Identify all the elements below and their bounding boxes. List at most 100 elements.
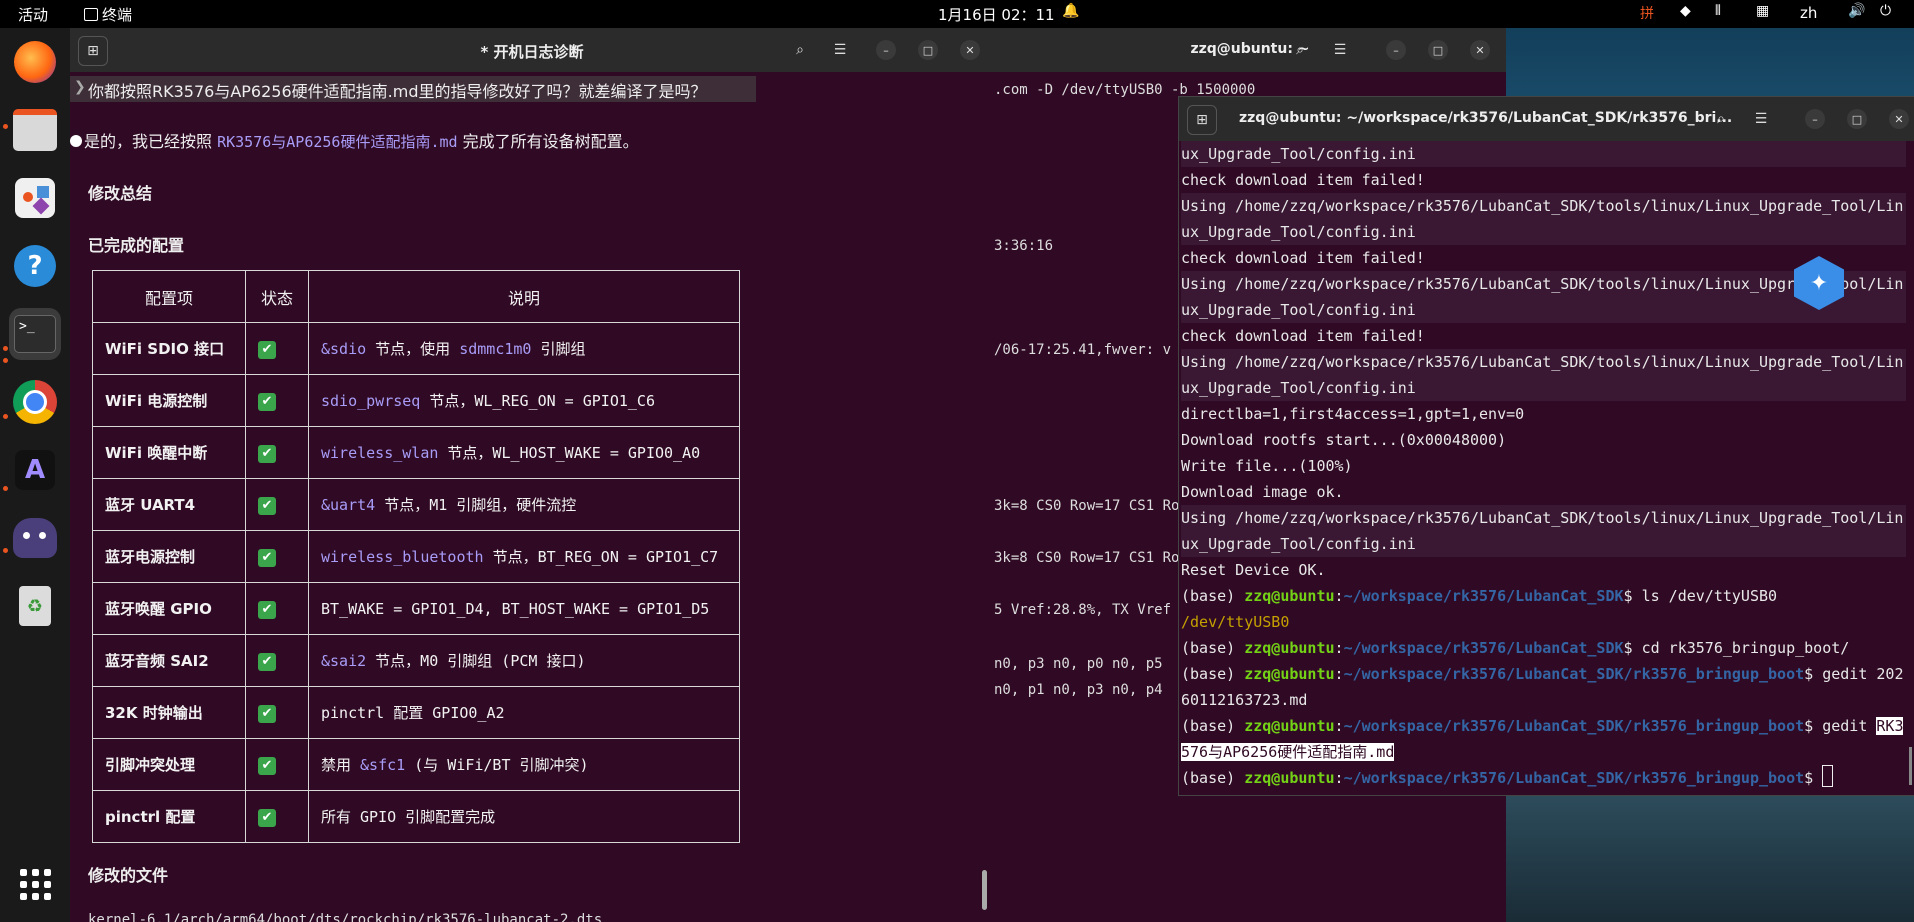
check-icon: ✔ [258, 704, 276, 723]
firefox-icon[interactable] [9, 36, 61, 88]
terminal-line: Download rootfs start...(0x00048000) [1181, 427, 1906, 453]
scrollbar[interactable] [982, 870, 987, 910]
selected-text[interactable]: 576与AP6256硬件适配指南.md [1181, 743, 1395, 761]
files-icon[interactable] [9, 104, 61, 156]
code-highlight: &uart4 [321, 496, 376, 514]
titlebar[interactable]: ⊞ zzq@ubuntu: ~/workspace/rk3576/LubanCa… [1179, 97, 1914, 141]
app-name: 终端 [102, 6, 133, 24]
prompt-env: (base) [1181, 639, 1245, 657]
network-indicator-icon[interactable]: ⫴ [1715, 3, 1721, 19]
app-center-icon[interactable] [9, 172, 61, 224]
menu-icon[interactable]: ☰ [826, 36, 854, 64]
desc-text: 所有 GPIO 引脚配置完成 [321, 808, 496, 826]
app-indicator-icon[interactable]: ◆ [1680, 3, 1691, 19]
input-indicator-icon[interactable]: 拼 [1640, 3, 1654, 23]
chrome-icon[interactable] [9, 376, 61, 428]
table-row: 蓝牙电源控制 ✔ wireless_bluetooth 节点，BT_REG_ON =… [92, 530, 740, 583]
line-text: Reset Device OK. [1181, 561, 1326, 579]
titlebar[interactable]: ⊞ * 开机日志诊断 ⌕ ☰ – □ ✕ [70, 28, 994, 72]
window-title: zzq@ubuntu: ~/workspace/rk3576/LubanCat_… [1239, 110, 1733, 126]
config-item-name: 32K 时钟输出 [92, 686, 246, 739]
file-link[interactable]: RK3576与AP6256硬件适配指南.md [217, 133, 457, 151]
line-text: 60112163723.md [1181, 691, 1308, 709]
status-cell: ✔ [245, 322, 309, 375]
chevron-right-icon: ❯ [74, 79, 86, 95]
minimize-icon[interactable]: – [1805, 109, 1825, 129]
reply-text: 是的，我已经按照 [84, 132, 218, 151]
terminal-app-menu[interactable]: 终端 [84, 4, 132, 25]
config-item-name: 引脚冲突处理 [92, 738, 246, 791]
search-icon[interactable]: ⌕ [786, 36, 814, 64]
terminal-line: 3:36:16 [994, 238, 1054, 254]
maximize-icon[interactable]: □ [1847, 109, 1867, 129]
config-desc: pinctrl 配置 GPIO0_A2 [308, 686, 740, 739]
selected-text[interactable]: RK3 [1876, 717, 1904, 735]
activities-button[interactable]: 活动 [18, 4, 48, 25]
status-cell: ✔ [245, 426, 309, 479]
terminal-dock-icon[interactable]: >_ [9, 308, 61, 360]
config-item-name: 蓝牙唤醒 GPIO [92, 582, 246, 635]
new-tab-icon[interactable]: ⊞ [1187, 105, 1217, 135]
reply-text: 完成了所有设备树配置。 [457, 132, 639, 151]
terminal-line: 60112163723.md [1181, 687, 1906, 713]
maximize-icon[interactable]: □ [1428, 40, 1448, 60]
terminal-line: Write file...(100%) [1181, 453, 1906, 479]
terminal-line: (base) zzq@ubuntu:~/workspace/rk3576/Lub… [1181, 639, 1850, 657]
search-icon[interactable]: ⌕ [1286, 36, 1314, 64]
prompt-user: zzq@ubuntu [1244, 717, 1335, 735]
top-bar: 活动 终端 1月16日 02：11 🔔 拼 ◆ ⫴ ▦ zh 🔊 ⏻ [0, 0, 1914, 28]
terminal-line: (base) zzq@ubuntu:~/workspace/rk3576/Lub… [1181, 665, 1904, 683]
terminal-line: Reset Device OK. [1181, 557, 1906, 583]
help-icon[interactable]: ? [9, 240, 61, 292]
check-icon: ✔ [258, 496, 276, 515]
close-icon[interactable]: ✕ [1889, 109, 1909, 129]
code-highlight: sdio_pwrseq [321, 392, 421, 410]
config-item-name: 蓝牙 UART4 [92, 478, 246, 531]
show-apps-icon[interactable] [9, 858, 61, 910]
menu-icon[interactable]: ☰ [1747, 105, 1775, 133]
maximize-icon[interactable]: □ [918, 40, 938, 60]
terminal-line: n0, p1 n0, p3 n0, p4 [994, 682, 1163, 698]
chat-window[interactable]: ⊞ * 开机日志诊断 ⌕ ☰ – □ ✕ ❯ 你都按照RK3576与AP6256… [70, 28, 994, 922]
trash-icon[interactable]: ♻ [9, 580, 61, 632]
line-text: ux_Upgrade_Tool/config.ini [1181, 301, 1416, 319]
desc-text: 节点，WL_HOST_WAKE = GPIO0_A0 [438, 444, 701, 462]
ai-app-icon[interactable]: A [9, 444, 61, 496]
close-icon[interactable]: ✕ [1470, 40, 1490, 60]
running-indicator [3, 414, 8, 419]
input-method-label[interactable]: zh [1800, 4, 1817, 22]
check-icon: ✔ [258, 444, 276, 463]
config-desc: &sai2 节点，M0 引脚组 (PCM 接口) [308, 634, 740, 687]
config-desc: sdio_pwrseq 节点，WL_REG_ON = GPIO1_C6 [308, 374, 740, 427]
scrollbar[interactable] [1909, 747, 1912, 785]
desc-text: 节点，BT_REG_ON = GPIO1_C7 [483, 548, 719, 566]
power-icon[interactable]: ⏻ [1880, 3, 1891, 19]
prompt-command: $ gedit [1804, 717, 1877, 735]
table-row: 32K 时钟输出 ✔ pinctrl 配置 GPIO0_A2 [92, 686, 740, 739]
menu-icon[interactable]: ☰ [1326, 36, 1354, 64]
prompt-path: ~/workspace/rk3576/LubanCat_SDK/rk3576_b… [1343, 769, 1805, 787]
ls-output: /dev/ttyUSB0 [1181, 613, 1290, 631]
titlebar[interactable]: zzq@ubuntu: ~ ⌕ ☰ – □ ✕ [994, 28, 1506, 72]
minimize-icon[interactable]: – [1386, 40, 1406, 60]
cat-app-icon[interactable] [9, 512, 61, 564]
status-cell: ✔ [245, 686, 309, 739]
check-icon: ✔ [258, 340, 276, 359]
column-header: 配置项 [92, 270, 246, 323]
terminal-output[interactable]: ux_Upgrade_Tool/config.ini check download… [1181, 141, 1906, 791]
tray-app-icon[interactable]: ▦ [1756, 3, 1769, 19]
config-item-name: 蓝牙音频 SAI2 [92, 634, 246, 687]
prompt-command: $ gedit 202 [1804, 665, 1904, 683]
search-icon[interactable]: ⌕ [1707, 105, 1735, 133]
minimize-icon[interactable]: – [876, 40, 896, 60]
terminal-line: 3k=8 CS0 Row=17 CS1 Ro [994, 498, 1180, 514]
prompt-env: (base) [1181, 769, 1245, 787]
file-path: kernel-6.1/arch/arm64/boot/dts/rockchip/… [88, 912, 603, 922]
terminal-line: /dev/ttyUSB0 [1181, 609, 1906, 635]
check-icon: ✔ [258, 600, 276, 619]
volume-icon[interactable]: 🔊 [1848, 3, 1865, 19]
clock[interactable]: 1月16日 02：11 [938, 4, 1055, 25]
terminal-window-bringup[interactable]: ⊞ zzq@ubuntu: ~/workspace/rk3576/LubanCa… [1178, 96, 1914, 796]
check-icon: ✔ [258, 392, 276, 411]
close-icon[interactable]: ✕ [960, 40, 980, 60]
